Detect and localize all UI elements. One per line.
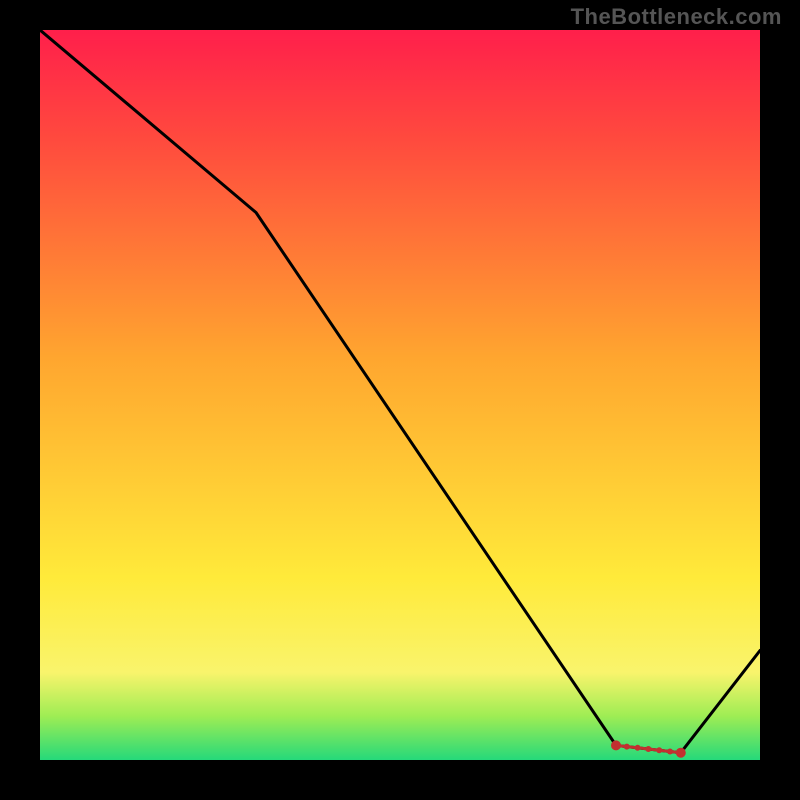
plot-area: [40, 30, 760, 760]
chart-frame: TheBottleneck.com: [0, 0, 800, 800]
gradient-background: [40, 30, 760, 760]
marker-dot: [676, 748, 686, 758]
watermark-text: TheBottleneck.com: [571, 4, 782, 30]
chart-svg: [40, 30, 760, 760]
